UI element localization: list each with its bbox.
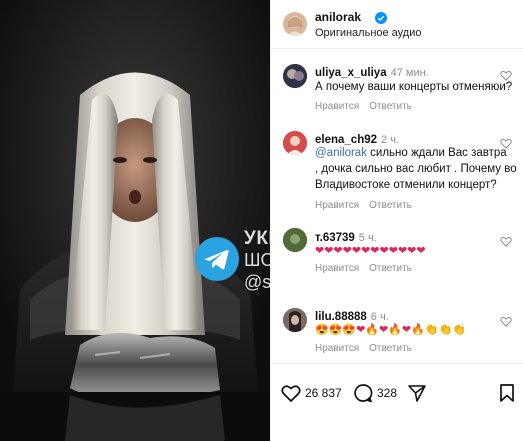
comments-panel: anilorak Оригинальное аудио uliya_x_uliy… bbox=[270, 0, 523, 441]
comment-like-button[interactable]: Нравится bbox=[315, 343, 359, 354]
heart-icon[interactable] bbox=[500, 316, 512, 327]
comment-username[interactable]: uliya_x_uliya bbox=[315, 67, 387, 79]
commenter-avatar[interactable] bbox=[283, 308, 307, 332]
comment-text: А почему ваши концерты отменяюи? bbox=[315, 81, 513, 93]
watermark-line-3: @showbiz bbox=[244, 272, 270, 292]
comment-item: т.63739 5 ч. ❤❤❤❤❤❤❤❤❤❤❤❤ Нравится Ответит… bbox=[271, 226, 523, 286]
audio-label[interactable]: Оригинальное аудио bbox=[315, 27, 422, 39]
commenter-avatar[interactable] bbox=[283, 228, 307, 252]
commenter-avatar[interactable] bbox=[283, 64, 307, 88]
heart-icon[interactable] bbox=[500, 236, 512, 247]
comment-actions: Нравится Ответить bbox=[315, 200, 422, 211]
heart-icon[interactable] bbox=[500, 70, 512, 81]
bookmark-icon[interactable] bbox=[497, 383, 517, 403]
post-image bbox=[0, 0, 270, 441]
comment-text-line-2: , дочка сильно вас любит . Почему во bbox=[315, 163, 517, 175]
comment-reply-button[interactable]: Ответить bbox=[369, 343, 412, 354]
author-username[interactable]: anilorak bbox=[315, 10, 361, 24]
heart-icon[interactable] bbox=[500, 138, 512, 149]
comment-actions: Нравится Ответить bbox=[315, 101, 422, 112]
comment-item: uliya_x_uliya 47 мин. А почему ваши конце… bbox=[271, 60, 523, 118]
comment-reply-button[interactable]: Ответить bbox=[369, 101, 412, 112]
comment-item: lilu.88888 6 ч. 😍😍😍❤🔥❤🔥❤🔥👏👏👏 Нравится Отве… bbox=[271, 306, 523, 360]
comment-text: @anilorak сильно ждали Вас завтра , дочк… bbox=[315, 145, 517, 193]
post-actions-bar: 26 837 328 bbox=[271, 363, 523, 442]
comment-actions: Нравится Ответить bbox=[315, 343, 422, 354]
like-heart-icon[interactable] bbox=[281, 383, 301, 403]
comment-icon[interactable] bbox=[353, 383, 373, 403]
comment-mention[interactable]: @anilorak bbox=[315, 147, 367, 159]
comment-like-button[interactable]: Нравится bbox=[315, 263, 359, 274]
post-media[interactable]: УКРАЇНСЬКИЙ ШОУ-БІЗНЕС @showbiz bbox=[0, 0, 270, 441]
watermark: УКРАЇНСЬКИЙ ШОУ-БІЗНЕС @showbiz bbox=[195, 226, 270, 298]
comment-text: 😍😍😍❤🔥❤🔥❤🔥👏👏👏 bbox=[315, 324, 466, 336]
author-avatar[interactable] bbox=[283, 12, 307, 36]
comment-text: ❤❤❤❤❤❤❤❤❤❤❤❤ bbox=[315, 245, 426, 257]
comment-like-button[interactable]: Нравится bbox=[315, 200, 359, 211]
comment-item: elena_ch92 2 ч. @anilorak сильно ждали Ва… bbox=[271, 128, 523, 212]
verified-icon bbox=[375, 11, 387, 24]
comment-text-line-1: сильно ждали Вас завтра bbox=[366, 147, 507, 159]
comment-like-button[interactable]: Нравится bbox=[315, 101, 359, 112]
commenter-avatar[interactable] bbox=[283, 131, 307, 155]
comment-actions: Нравится Ответить bbox=[315, 263, 422, 274]
likes-count[interactable]: 26 837 bbox=[305, 386, 342, 400]
comments-count[interactable]: 328 bbox=[377, 386, 397, 400]
comment-reply-button[interactable]: Ответить bbox=[369, 263, 412, 274]
watermark-line-1: УКРАЇНСЬКИЙ bbox=[244, 228, 270, 249]
comment-text-line-3: Владивостоке отменили концерт? bbox=[315, 179, 497, 191]
comment-time: 47 мин. bbox=[390, 67, 429, 79]
share-icon[interactable] bbox=[407, 383, 427, 403]
watermark-line-2: ШОУ-БІЗНЕС bbox=[244, 250, 270, 270]
telegram-icon bbox=[195, 237, 239, 281]
comment-reply-button[interactable]: Ответить bbox=[369, 200, 412, 211]
post-header: anilorak Оригинальное аудио bbox=[271, 0, 523, 49]
